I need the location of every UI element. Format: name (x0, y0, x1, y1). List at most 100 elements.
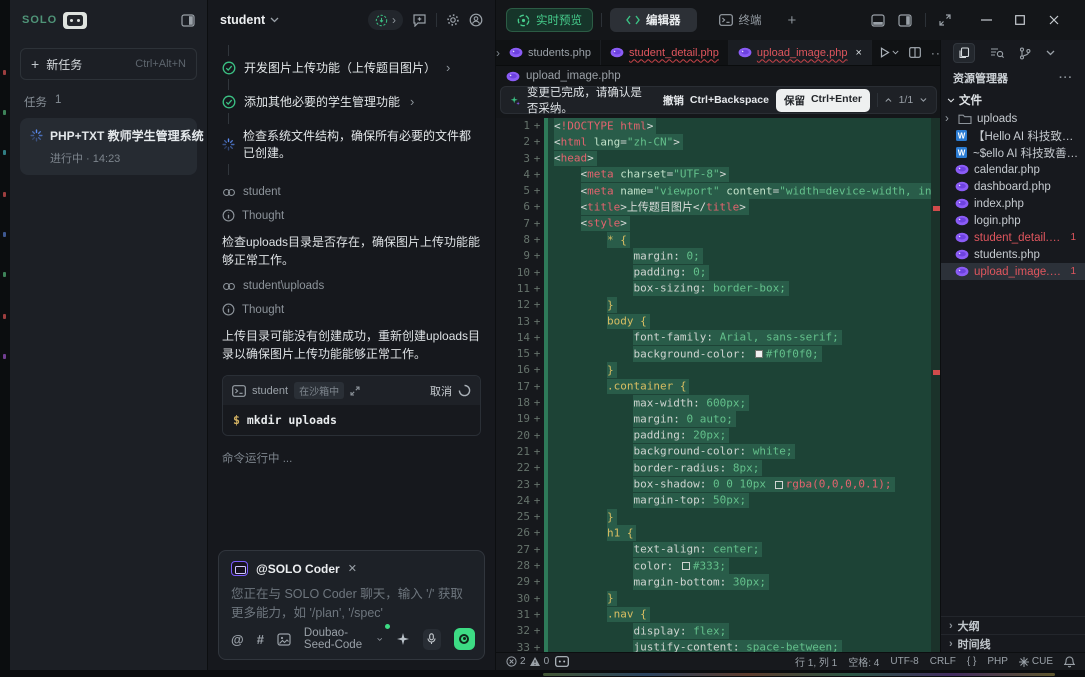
prev-change-icon[interactable] (885, 97, 892, 103)
file-name: login.php (974, 215, 1021, 227)
copy-file-icon[interactable] (953, 43, 975, 63)
file-row[interactable]: index.php (941, 195, 1085, 212)
plan-step[interactable]: 开发图片上传功能（上传题目图片）› (222, 59, 481, 76)
split-editor-icon[interactable] (909, 47, 921, 58)
tab-editor[interactable]: 编辑器 (610, 8, 697, 32)
eol-sequence[interactable]: CRLF (930, 656, 956, 667)
run-button[interactable] (880, 47, 899, 58)
new-task-button[interactable]: + 新任务 Ctrl+Alt+N (20, 48, 197, 80)
undo-button[interactable]: 撤销Ctrl+Backspace (663, 93, 769, 108)
file-row[interactable]: student_detail.php1 (941, 229, 1085, 246)
explorer-title: 资源管理器 (953, 70, 1008, 86)
editor-tab[interactable]: student_detail.php (601, 40, 729, 65)
code-line: 7+ <style> (496, 216, 941, 232)
status-bar: 2 0 行 1, 列 1 空格: 4 UTF-8 CRLF { } PHP CU… (496, 652, 1085, 670)
tool-label: student (243, 186, 281, 198)
solo-status-icon[interactable] (555, 656, 569, 667)
stop-button[interactable] (454, 628, 475, 650)
git-branch-icon[interactable] (1019, 47, 1031, 60)
collapse-icon[interactable] (939, 14, 951, 26)
context-button[interactable]: # (257, 632, 264, 647)
file-row[interactable]: students.php (941, 246, 1085, 263)
plan-step[interactable]: 检查系统文件结构，确保所有必要的文件都已创建。 (222, 127, 481, 161)
code-editor[interactable]: 1+<!DOCTYPE html>2+<html lang="zh-CN">3+… (496, 118, 941, 652)
next-change-icon[interactable] (920, 97, 927, 103)
svg-text:W: W (958, 132, 966, 141)
sandbox-badge: 在沙箱中 (294, 382, 344, 399)
php-file-icon (509, 47, 523, 58)
editor-tab[interactable]: students.php (500, 40, 601, 65)
warnings-icon (529, 656, 541, 667)
new-task-label: 新任务 (46, 56, 82, 73)
file-row[interactable]: ›uploads (941, 110, 1085, 127)
file-name: ~$ello AI 科技致善】... (973, 145, 1081, 161)
timeline-section[interactable]: › 时间线 (941, 634, 1085, 652)
editor-tab[interactable]: upload_image.php× (729, 40, 872, 65)
breadcrumb[interactable]: upload_image.php (496, 66, 941, 86)
close-button[interactable] (1037, 7, 1071, 33)
remove-mention-icon[interactable]: ✕ (348, 562, 357, 575)
new-chat-icon[interactable] (412, 13, 427, 27)
format-braces[interactable]: { } (967, 656, 976, 667)
mention-button[interactable]: @ (231, 632, 244, 647)
tool-call-row[interactable]: student\uploads (222, 280, 481, 292)
file-row[interactable]: W【Hello AI 科技致善... (941, 127, 1085, 144)
color-swatch (775, 481, 783, 489)
plan-step[interactable]: 添加其他必要的学生管理功能› (222, 93, 481, 110)
close-tab-icon[interactable]: × (855, 47, 861, 59)
chat-input-placeholder[interactable]: 您正在与 SOLO Coder 聊天，输入 '/' 获取更多能力，如 '/pla… (231, 585, 472, 623)
voice-input-button[interactable] (423, 629, 441, 650)
add-tab-button[interactable]: + (788, 12, 797, 29)
chat-input[interactable]: @SOLO Coder ✕ 您正在与 SOLO Coder 聊天，输入 '/' … (218, 550, 485, 660)
notifications-bell-icon[interactable] (1064, 656, 1075, 668)
problems-indicator[interactable]: 2 0 (506, 656, 549, 667)
explorer-more-icon[interactable]: ··· (1059, 72, 1073, 84)
gear-icon[interactable] (446, 13, 460, 27)
tool-label: student\uploads (243, 280, 324, 292)
tab-terminal[interactable]: 终端 (705, 12, 776, 28)
thought-row[interactable]: Thought (222, 303, 481, 316)
color-swatch (755, 350, 763, 358)
thought-row[interactable]: Thought (222, 209, 481, 222)
solo-badge-icon[interactable] (63, 12, 87, 29)
sidebar-toggle-icon[interactable] (181, 14, 195, 27)
encoding[interactable]: UTF-8 (890, 656, 918, 667)
expand-icon[interactable] (350, 386, 360, 396)
panel-right-icon[interactable] (898, 14, 912, 27)
code-line: 21+ background-color: white; (496, 444, 941, 460)
keep-button[interactable]: 保留Ctrl+Enter (776, 89, 870, 112)
file-row[interactable]: dashboard.php (941, 178, 1085, 195)
search-list-icon[interactable] (990, 47, 1004, 59)
tab-live-preview[interactable]: 实时预览 (506, 8, 593, 32)
file-row[interactable]: calendar.php (941, 161, 1085, 178)
tool-call-row[interactable]: student (222, 186, 481, 198)
outline-section[interactable]: › 大纲 (941, 616, 1085, 634)
solo-logo: SOLO (22, 14, 57, 26)
chevron-down-icon[interactable] (1046, 50, 1055, 56)
agent-selector[interactable]: student (220, 13, 265, 27)
file-row[interactable]: W~$ello AI 科技致善】... (941, 144, 1085, 161)
cue-indicator[interactable]: CUE (1019, 656, 1053, 667)
language-mode[interactable]: PHP (987, 656, 1008, 667)
checkpoint-button[interactable]: › (368, 10, 403, 30)
task-card[interactable]: PHP+TXT 教师学生管理系统 进行中 · 14:23 (20, 118, 197, 175)
file-row[interactable]: upload_image.php1 (941, 263, 1085, 280)
attach-image-icon[interactable] (277, 633, 291, 646)
editor-tab-strip: › students.phpstudent_detail.phpupload_i… (496, 40, 941, 66)
step-text: 开发图片上传功能（上传题目图片） (244, 59, 436, 76)
panel-bottom-icon[interactable] (871, 14, 885, 27)
cancel-button[interactable]: 取消 (430, 383, 452, 399)
chevron-down-icon (377, 637, 382, 642)
maximize-button[interactable] (1003, 7, 1037, 33)
files-section-header[interactable]: 文件 (941, 90, 1085, 110)
command-running-text: 命令运行中 ... (222, 450, 481, 466)
cursor-position[interactable]: 行 1, 列 1 (795, 654, 837, 669)
model-selector[interactable]: Doubao-Seed-Code (304, 627, 383, 651)
indentation[interactable]: 空格: 4 (848, 654, 879, 669)
minimize-button[interactable] (969, 7, 1003, 33)
code-line: 16+ } (496, 362, 941, 378)
file-row[interactable]: login.php (941, 212, 1085, 229)
account-icon[interactable] (469, 13, 483, 27)
terminal-icon (719, 14, 733, 26)
enhance-prompt-icon[interactable] (396, 632, 410, 646)
